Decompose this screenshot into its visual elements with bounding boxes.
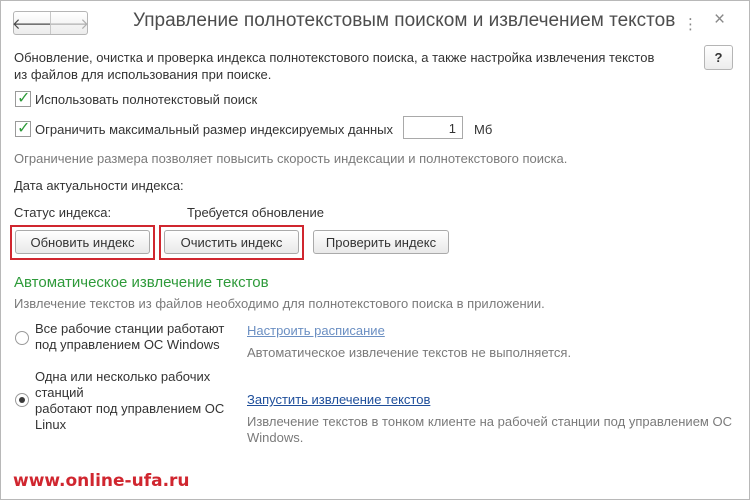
clear-index-button[interactable]: Очистить индекс <box>164 230 299 254</box>
watermark-text: www.online-ufa.ru <box>13 471 190 491</box>
index-status-label: Статус индекса: <box>14 205 112 220</box>
extraction-client-text-line2: Windows. <box>247 430 304 445</box>
more-menu-icon[interactable]: ⋮ <box>683 15 698 33</box>
back-arrow-icon[interactable]: 🡐 <box>12 12 52 34</box>
configure-schedule-link[interactable]: Настроить расписание <box>247 323 385 338</box>
index-status-value: Требуется обновление <box>187 205 324 220</box>
use-fulltext-checkbox[interactable]: ✓ <box>15 90 31 107</box>
forward-arrow-icon[interactable]: 🡒 <box>49 12 89 34</box>
linux-radio[interactable] <box>15 393 29 407</box>
radio-selected-dot <box>19 397 25 403</box>
limit-size-checkbox[interactable]: ✓ <box>15 120 31 137</box>
extraction-description: Извлечение текстов из файлов необходимо … <box>14 296 545 311</box>
linux-option-label: Одна или несколько рабочих станций работ… <box>35 369 224 433</box>
option-label-line: Все рабочие станции работают <box>35 321 225 336</box>
limit-size-label: Ограничить максимальный размер индексиру… <box>35 122 394 137</box>
size-unit-label: Мб <box>474 122 493 137</box>
limit-hint-text: Ограничение размера позволяет повысить с… <box>14 151 568 166</box>
dialog-window: 🡐 🡒 Управление полнотекстовым поиском и … <box>0 0 750 500</box>
checkmark-icon: ✓ <box>17 120 31 137</box>
section-title: Автоматическое извлечение текстов <box>14 274 269 291</box>
index-date-label: Дата актуальности индекса: <box>14 178 184 193</box>
windows-only-radio[interactable] <box>15 331 29 345</box>
option-label-line: Одна или несколько рабочих <box>35 369 211 384</box>
extraction-client-text-line1: Извлечение текстов в тонком клиенте на р… <box>247 414 732 429</box>
intro-text-line2: из файлов для использования при поиске. <box>14 67 272 82</box>
option-label-line: станций <box>35 385 84 400</box>
window-title: Управление полнотекстовым поиском и извл… <box>133 10 676 31</box>
close-icon[interactable]: × <box>714 9 725 31</box>
checkmark-icon: ✓ <box>17 90 31 107</box>
navigation-buttons: 🡐 🡒 <box>12 11 89 35</box>
help-button[interactable]: ? <box>704 45 733 70</box>
extraction-status-text: Автоматическое извлечение текстов не вып… <box>247 345 572 360</box>
max-size-input[interactable]: 1 <box>403 116 463 139</box>
update-index-button[interactable]: Обновить индекс <box>15 230 150 254</box>
use-fulltext-label: Использовать полнотекстовый поиск <box>35 92 258 107</box>
intro-text-line1: Обновление, очистка и проверка индекса п… <box>14 50 655 65</box>
windows-only-label: Все рабочие станции работают под управле… <box>35 321 224 353</box>
option-label-line: Linux <box>35 417 67 432</box>
option-label-line: работают под управлением ОС <box>35 401 225 416</box>
start-extraction-link[interactable]: Запустить извлечение текстов <box>247 392 430 407</box>
check-index-button[interactable]: Проверить индекс <box>313 230 449 254</box>
option-label-line: под управлением ОС Windows <box>35 337 220 352</box>
